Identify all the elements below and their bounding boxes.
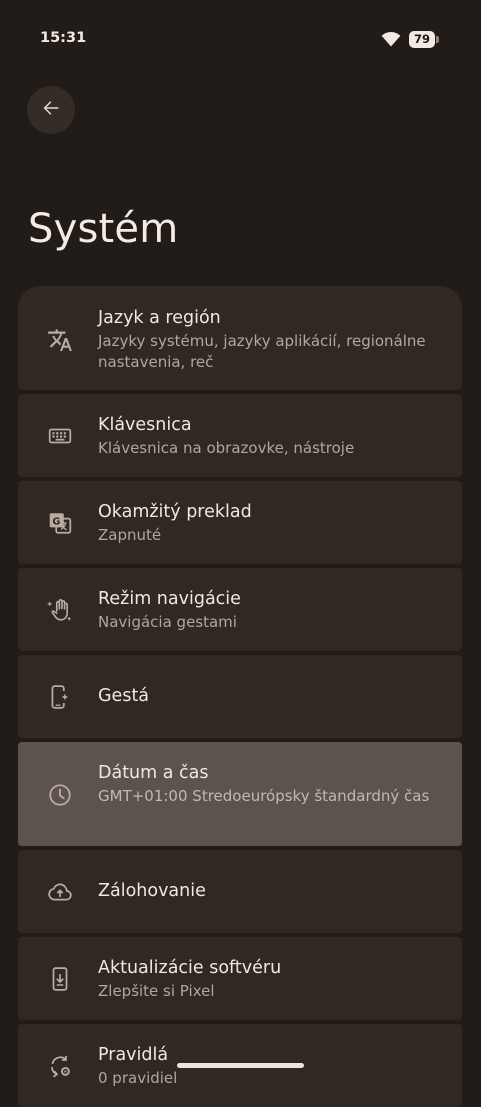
item-subtitle: Jazyky systému, jazyky aplikácií, region… [98, 332, 426, 371]
system-update-icon [47, 966, 73, 992]
item-text: Režim navigácie Navigácia gestami [98, 587, 432, 633]
home-indicator[interactable] [177, 1063, 304, 1068]
settings-item-software-update[interactable]: Aktualizácie softvéru Zlepšite si Pixel [18, 937, 462, 1020]
svg-text:G: G [52, 517, 60, 528]
settings-item-instant-translate[interactable]: G Okamžitý preklad Zapnuté [18, 481, 462, 564]
battery-tip [436, 36, 439, 43]
clock-icon [47, 782, 73, 808]
item-text: Zálohovanie [98, 879, 432, 903]
item-title: Aktualizácie softvéru [98, 958, 282, 978]
status-time: 15:31 [40, 30, 87, 46]
status-bar: 15:31 79 [0, 0, 481, 60]
page-title: Systém [28, 206, 179, 252]
back-button[interactable] [27, 86, 75, 134]
item-title: Režim navigácie [98, 589, 241, 609]
item-subtitle: 0 pravidiel [98, 1069, 178, 1087]
keyboard-icon [47, 423, 73, 449]
instant-translate-icon: G [47, 510, 73, 536]
item-title: Dátum a čas [98, 763, 209, 783]
item-title: Jazyk a región [98, 308, 221, 328]
item-title: Okamžitý preklad [98, 502, 252, 522]
item-subtitle: GMT+01:00 Stredoeurópsky štandardný čas [98, 787, 430, 805]
battery-indicator: 79 [409, 31, 439, 48]
settings-item-backup[interactable]: Zálohovanie [18, 850, 462, 933]
item-text: Okamžitý preklad Zapnuté [98, 500, 432, 546]
settings-item-language-region[interactable]: Jazyk a región Jazyky systému, jazyky ap… [18, 286, 462, 390]
item-text: Klávesnica Klávesnica na obrazovke, nást… [98, 413, 432, 459]
item-title: Zálohovanie [98, 881, 206, 901]
cloud-upload-icon [47, 879, 73, 905]
item-subtitle: Zlepšite si Pixel [98, 982, 215, 1000]
translate-icon [47, 327, 73, 353]
item-text: Aktualizácie softvéru Zlepšite si Pixel [98, 956, 432, 1002]
item-title: Gestá [98, 686, 150, 706]
item-subtitle: Klávesnica na obrazovke, nástroje [98, 439, 355, 457]
rules-icon [47, 1053, 73, 1079]
gesture-hand-icon [47, 597, 73, 623]
settings-item-gestures[interactable]: Gestá [18, 655, 462, 738]
arrow-back-icon [40, 97, 62, 123]
settings-item-date-time[interactable]: Dátum a čas GMT+01:00 Stredoeurópsky šta… [18, 742, 462, 846]
wifi-icon [381, 31, 401, 47]
settings-item-navigation-mode[interactable]: Režim navigácie Navigácia gestami [18, 568, 462, 651]
item-text: Gestá [98, 684, 432, 708]
item-text: Dátum a čas GMT+01:00 Stredoeurópsky šta… [98, 761, 432, 807]
item-subtitle: Zapnuté [98, 526, 162, 544]
phone-gesture-icon [47, 684, 73, 710]
battery-level: 79 [409, 31, 435, 48]
item-subtitle: Navigácia gestami [98, 613, 237, 631]
settings-item-keyboard[interactable]: Klávesnica Klávesnica na obrazovke, nást… [18, 394, 462, 477]
item-text: Jazyk a región Jazyky systému, jazyky ap… [98, 306, 432, 373]
item-title: Klávesnica [98, 415, 192, 435]
